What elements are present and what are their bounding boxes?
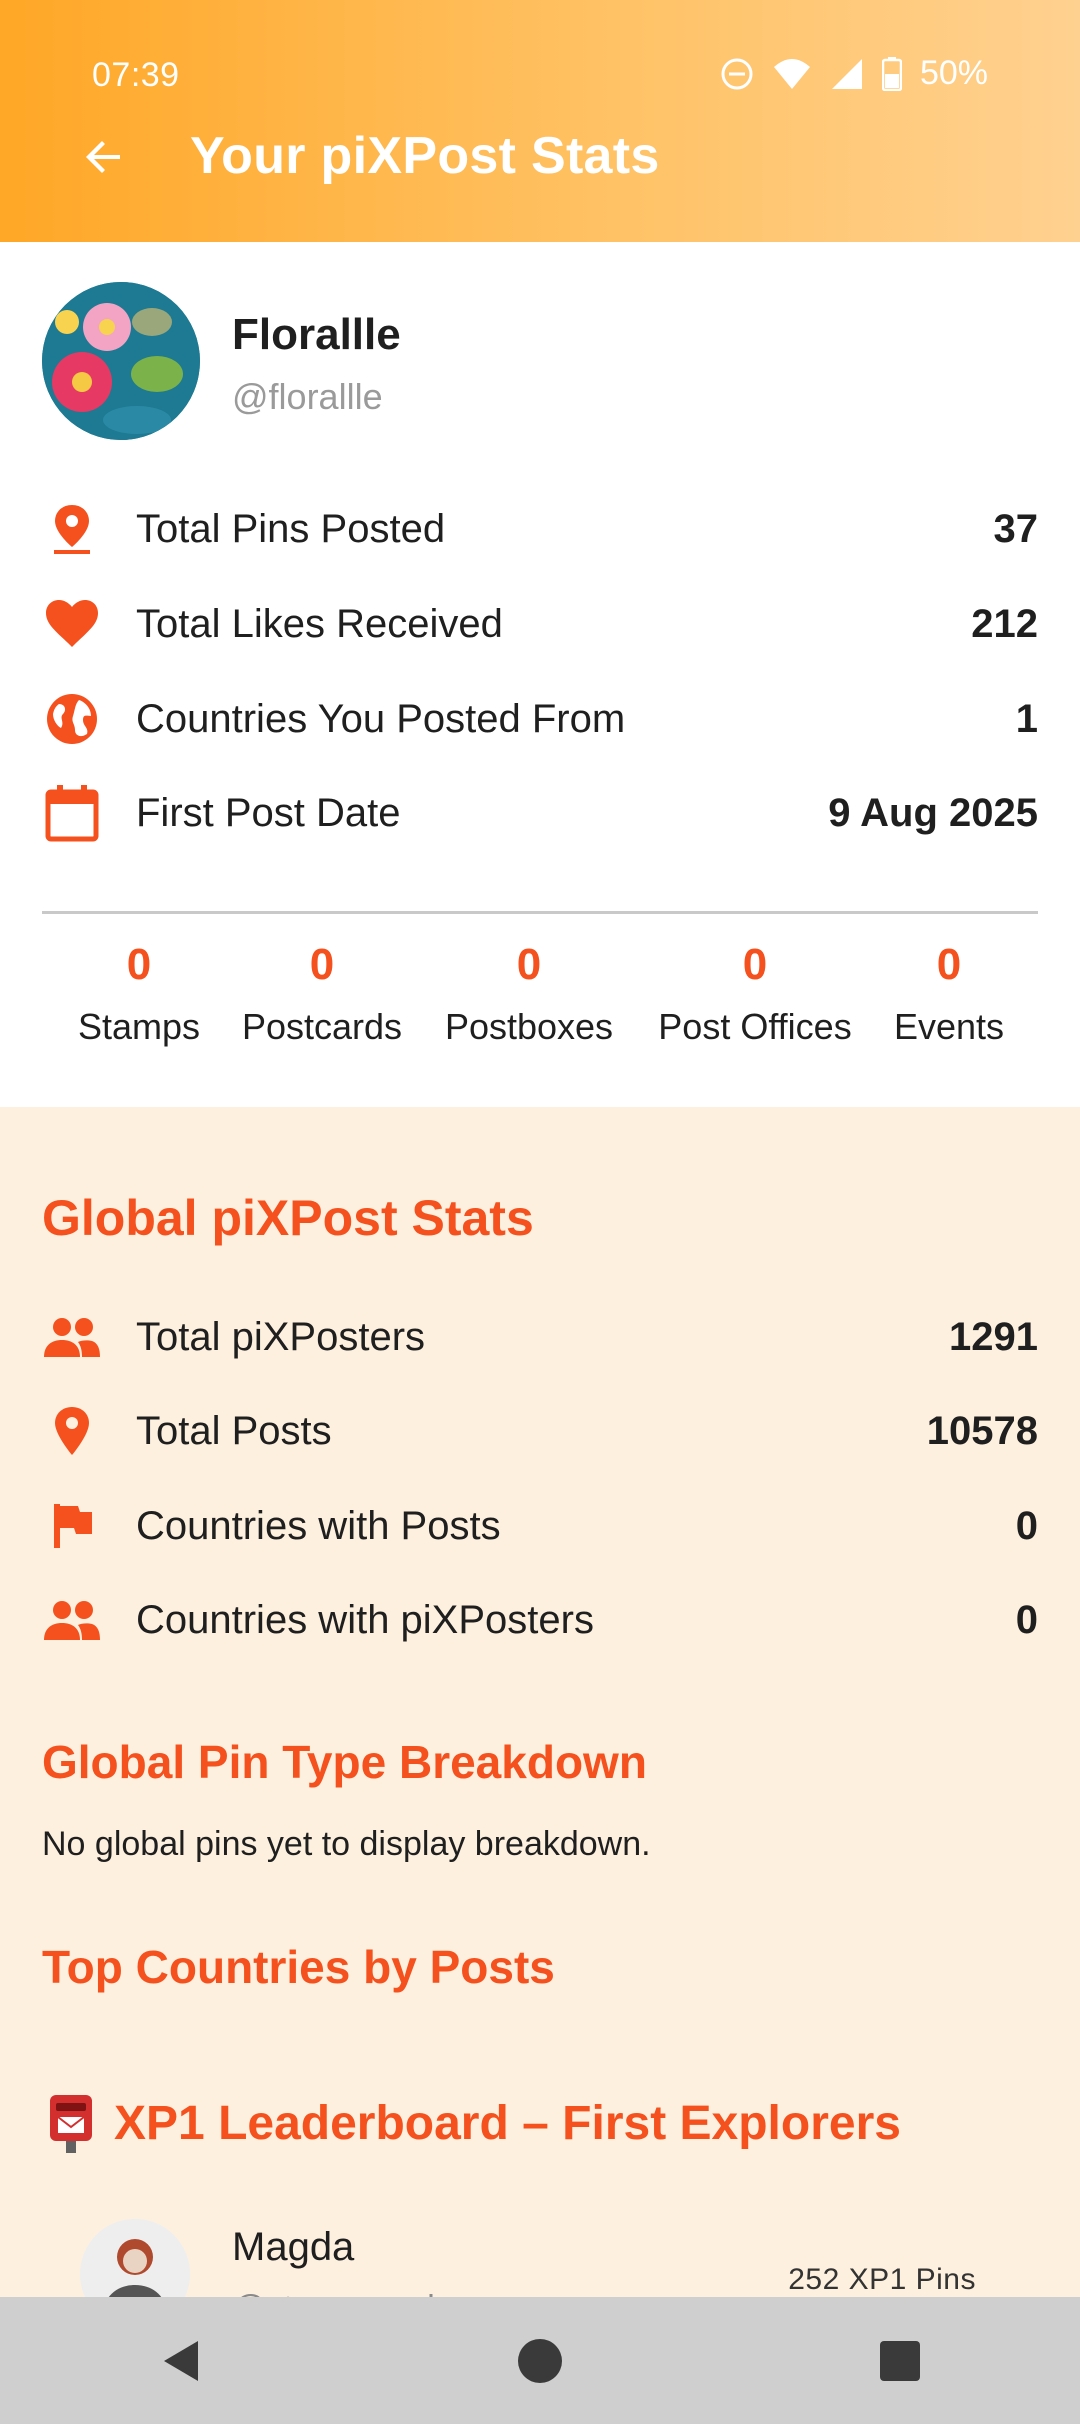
- app-bar: 07:39 50% Your piXPost Stats: [0, 0, 1080, 242]
- stat-row-countries: Countries You Posted From 1: [42, 684, 1038, 754]
- counter-value: 0: [516, 940, 542, 989]
- stat-label: Total Likes Received: [136, 601, 503, 646]
- status-time: 07:39: [92, 56, 180, 94]
- back-button[interactable]: [72, 125, 136, 189]
- counter-value: 0: [309, 940, 335, 989]
- counter-label: Post Offices: [658, 1006, 852, 1047]
- battery-icon: [881, 56, 902, 91]
- stat-value: 212: [971, 601, 1038, 646]
- do-not-disturb-icon: [721, 58, 753, 89]
- leader-pin-count: 252 XP1 Pins: [788, 2263, 976, 2296]
- arrow-back-icon: [86, 141, 120, 173]
- counter-events: 0 Events: [894, 930, 1004, 1048]
- recents-square-icon: [880, 2340, 920, 2381]
- stat-value: 9 Aug 2025: [828, 790, 1038, 835]
- counter-value: 0: [742, 940, 768, 989]
- profile-card: Florallle @florallle: [42, 282, 1042, 442]
- pin-icon: [42, 1401, 102, 1461]
- stat-label: First Post Date: [136, 790, 401, 835]
- global-row-countries-piXposters: Countries with piXPosters 0: [42, 1585, 1038, 1655]
- counter-label: Stamps: [77, 1006, 201, 1047]
- stats-screen: 07:39 50% Your piXPost Stats Florallle @…: [0, 0, 1080, 2424]
- section-title-global: Global piXPost Stats: [42, 1190, 534, 1246]
- global-row-countries-posts: Countries with Posts 0: [42, 1491, 1038, 1561]
- people-icon: [42, 1307, 102, 1367]
- leader-name: Magda: [232, 2225, 355, 2269]
- stat-row-likes: Total Likes Received 212: [42, 589, 1038, 659]
- display-name: Florallle: [232, 310, 401, 359]
- stat-label: Total Posts: [136, 1408, 332, 1453]
- flag-icon: [42, 1496, 102, 1556]
- signal-icon: [831, 58, 862, 89]
- global-stats-section: Global piXPost Stats Total piXPosters 12…: [0, 1107, 1080, 2329]
- stat-label: Total Pins Posted: [136, 506, 446, 551]
- user-handle: @florallle: [232, 376, 383, 417]
- postbox-icon: [50, 2095, 92, 2153]
- counter-label: Postcards: [241, 1006, 403, 1047]
- calendar-icon: [42, 783, 102, 843]
- stat-value: 10578: [926, 1408, 1038, 1453]
- pin-breakdown-empty-text: No global pins yet to display breakdown.: [42, 1825, 651, 1863]
- people-icon: [42, 1590, 102, 1650]
- counter-label: Events: [893, 1006, 1005, 1047]
- home-circle-icon: [518, 2338, 562, 2383]
- back-triangle-icon: [164, 2340, 198, 2381]
- counter-postboxes: 0 Postboxes: [445, 930, 613, 1048]
- counter-label: Postboxes: [444, 1006, 614, 1047]
- stat-label: Total piXPosters: [136, 1314, 426, 1359]
- counter-value: 0: [126, 940, 152, 989]
- counter-post-offices: 0 Post Offices: [658, 930, 851, 1048]
- wifi-icon: [773, 58, 810, 89]
- status-icons: 50%: [720, 54, 988, 93]
- divider: [42, 911, 1038, 914]
- avatar-image: [42, 282, 200, 440]
- stat-value: 1: [1015, 696, 1038, 741]
- stat-row-pins: Total Pins Posted 37: [42, 494, 1038, 564]
- pin-type-counters: 0 Stamps 0 Postcards 0 Postboxes 0 Post …: [42, 930, 1038, 1070]
- nav-back-button[interactable]: [130, 2311, 230, 2411]
- stat-row-first-post: First Post Date 9 Aug 2025: [42, 778, 1038, 848]
- stat-value: 0: [1015, 1503, 1038, 1548]
- globe-icon: [42, 689, 102, 749]
- stat-label: Countries You Posted From: [136, 696, 626, 741]
- leaderboard-title: XP1 Leaderboard – First Explorers: [114, 2096, 901, 2150]
- global-row-posts: Total Posts 10578: [42, 1396, 1038, 1466]
- stat-label: Countries with Posts: [136, 1503, 501, 1548]
- stat-value: 37: [993, 506, 1039, 551]
- leaderboard-header: XP1 Leaderboard – First Explorers: [42, 2091, 901, 2155]
- stat-value: 0: [1015, 1597, 1038, 1642]
- avatar[interactable]: [42, 282, 200, 440]
- nav-home-button[interactable]: [490, 2311, 590, 2411]
- counter-value: 0: [936, 940, 962, 989]
- nav-recents-button[interactable]: [850, 2311, 950, 2411]
- counter-stamps: 0 Stamps: [78, 930, 200, 1048]
- system-navigation-bar: [0, 2297, 1080, 2424]
- pin-icon: [42, 499, 102, 559]
- heart-icon: [42, 594, 102, 654]
- section-title-top-countries: Top Countries by Posts: [42, 1941, 555, 1993]
- stat-value: 1291: [949, 1314, 1038, 1359]
- page-title: Your piXPost Stats: [190, 127, 660, 185]
- section-title-pin-breakdown: Global Pin Type Breakdown: [42, 1736, 647, 1788]
- stat-label: Countries with piXPosters: [136, 1597, 594, 1642]
- global-row-piXposters: Total piXPosters 1291: [42, 1302, 1038, 1372]
- battery-percentage: 50%: [919, 54, 988, 92]
- counter-postcards: 0 Postcards: [242, 930, 402, 1048]
